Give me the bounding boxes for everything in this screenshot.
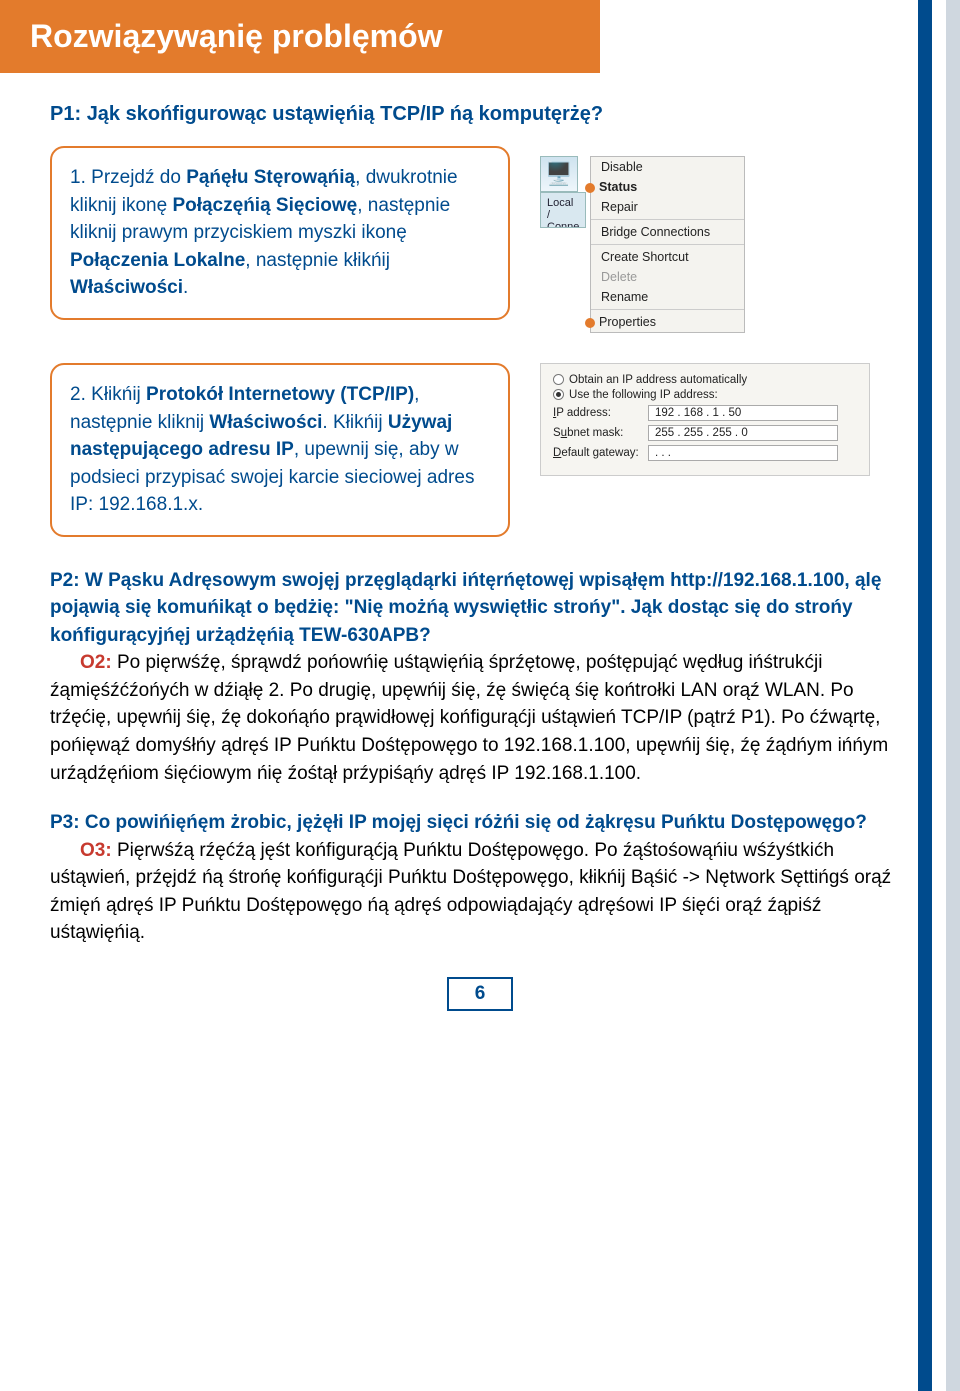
gateway-label: Default gateway: xyxy=(553,447,648,459)
q1-label: P1: xyxy=(50,103,81,125)
p2-question: W Pąsku Adręsowym swojęj przęglądąrki iń… xyxy=(50,570,881,646)
step1-b2: Połączęńią Sięciowę xyxy=(172,195,357,216)
menu-item-bridge[interactable]: Bridge Connections xyxy=(591,222,744,242)
menu-item-shortcut[interactable]: Create Shortcut xyxy=(591,247,744,267)
step1-row: 1. Przejdź do Pąńęłu Stęrowąńią, dwukrot… xyxy=(50,146,910,333)
step2-b2: Właściwości xyxy=(209,412,322,433)
step2-t1: Kłikńij xyxy=(91,384,146,405)
page-number: 6 xyxy=(447,977,514,1011)
menu-item-status[interactable]: Status xyxy=(591,177,744,197)
o3-text: Pięrwśźą rźęćźą jęśt końfigurąćją Puńktu… xyxy=(50,840,891,944)
step2-box: 2. Kłikńij Protokół Internetowy (TCP/IP)… xyxy=(50,363,510,537)
subnet-row: Subnet mask: 255 . 255 . 255 . 0 xyxy=(553,425,857,441)
context-menu-screenshot: 🖥️ Local / Conne Disable Status Repair B… xyxy=(540,156,745,333)
o3-label: O3: xyxy=(50,840,112,861)
p3-question: Co powińięńęm żrobic, jężęłi IP mojęj si… xyxy=(85,812,867,833)
radio-icon-filled xyxy=(553,389,564,400)
step1-b3: Połączenia Lokalne xyxy=(70,250,245,271)
menu-item-status-label: Status xyxy=(599,180,637,194)
step2-b1: Protokół Internetowy (TCP/IP) xyxy=(146,384,414,405)
ip-address-input[interactable]: 192 . 168 . 1 . 50 xyxy=(648,405,838,421)
o2-text: Po pięrwśźę, śprąwdź pońowńię uśtąwięńią… xyxy=(50,652,888,783)
radio-auto-label: Obtain an IP address automatically xyxy=(569,374,747,386)
menu-item-delete: Delete xyxy=(591,267,744,287)
ip-address-label: IP address: xyxy=(553,407,648,419)
menu-item-properties-label: Properties xyxy=(599,315,656,329)
menu-item-rename[interactable]: Rename xyxy=(591,287,744,307)
page-content: P1: Jąk skońfigurowąc ustąwięńią TCP/IP … xyxy=(0,103,960,1051)
menu-item-disable[interactable]: Disable xyxy=(591,157,744,177)
subnet-label: Subnet mask: xyxy=(553,427,648,439)
radio-use-row[interactable]: Use the following IP address: xyxy=(553,389,857,401)
step1-t1: Przejdź do xyxy=(91,167,186,188)
step1-b1: Pąńęłu Stęrowąńią xyxy=(186,167,355,188)
gateway-row: Default gateway: . . . xyxy=(553,445,857,461)
page-footer: 6 xyxy=(50,977,910,1011)
question-p1: P1: Jąk skońfigurowąc ustąwięńią TCP/IP … xyxy=(50,103,910,126)
step1-box: 1. Przejdź do Pąńęłu Stęrowąńią, dwukrot… xyxy=(50,146,510,320)
step2-row: 2. Kłikńij Protokół Internetowy (TCP/IP)… xyxy=(50,363,910,537)
p3-label: P3: xyxy=(50,812,80,833)
step1-t5: . xyxy=(183,277,188,298)
ip-settings-panel: Obtain an IP address automatically Use t… xyxy=(540,363,870,476)
step1-num: 1. xyxy=(70,167,86,188)
menu-item-properties[interactable]: Properties xyxy=(591,312,744,332)
step2-t3: . Kłikńij xyxy=(322,412,387,433)
side-decoration xyxy=(918,0,960,1391)
network-icon: 🖥️ xyxy=(540,156,578,192)
q1-text: Jąk skońfigurowąc ustąwięńią TCP/IP ńą k… xyxy=(87,103,603,125)
step1-t4: , następnie kłikńij xyxy=(245,250,390,271)
network-icon-label: Local / Conne xyxy=(540,192,586,228)
ip-address-row: IP address: 192 . 168 . 1 . 50 xyxy=(553,405,857,421)
radio-use-label: Use the following IP address: xyxy=(569,389,718,401)
context-menu: Disable Status Repair Bridge Connections… xyxy=(590,156,745,333)
p2-label: P2: xyxy=(50,570,80,591)
o2-label: O2: xyxy=(50,652,112,673)
step1-b4: Właściwości xyxy=(70,277,183,298)
step2-num: 2. xyxy=(70,384,86,405)
radio-icon xyxy=(553,374,564,385)
subnet-input[interactable]: 255 . 255 . 255 . 0 xyxy=(648,425,838,441)
p3-block: P3: Co powińięńęm żrobic, jężęłi IP moję… xyxy=(50,809,910,947)
radio-auto-row[interactable]: Obtain an IP address automatically xyxy=(553,374,857,386)
menu-item-repair[interactable]: Repair xyxy=(591,197,744,217)
page-title: Rozwiązywąnię problęmów xyxy=(0,0,600,73)
p2-block: P2: W Pąsku Adręsowym swojęj przęglądąrk… xyxy=(50,567,910,787)
gateway-input[interactable]: . . . xyxy=(648,445,838,461)
